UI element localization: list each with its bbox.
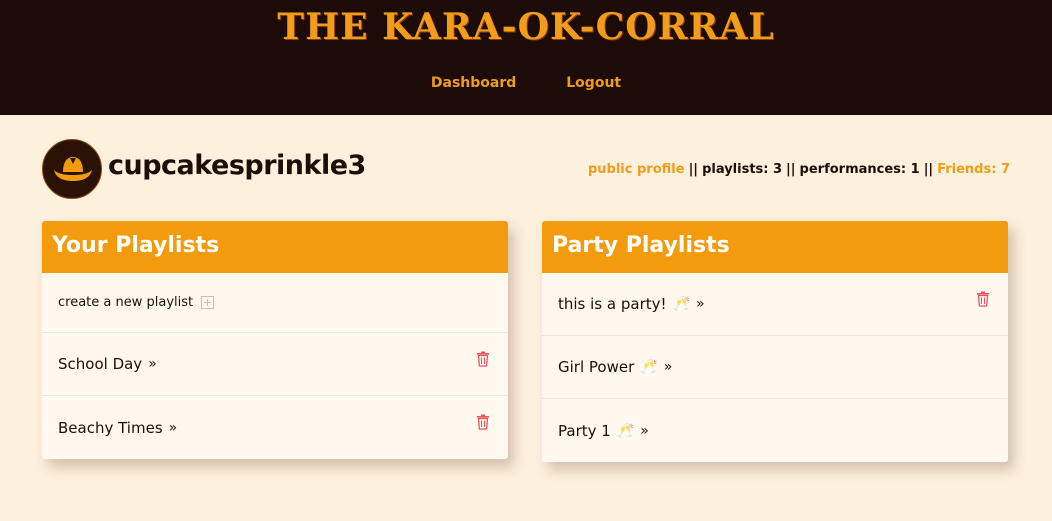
playlist-name[interactable]: Party 1 [558, 422, 611, 440]
username: cupcakesprinkle3 [108, 150, 366, 181]
playlist-name[interactable]: Girl Power [558, 358, 634, 376]
your-playlists-card: Your Playlists create a new playlist Sch… [42, 221, 508, 459]
playlist-name[interactable]: this is a party! [558, 295, 667, 313]
clinking-glasses-icon: 🥂 [640, 359, 658, 375]
playlists-count: playlists: 3 [702, 162, 783, 177]
main-nav: Dashboard Logout [0, 75, 1052, 91]
friends-link[interactable]: Friends: 7 [937, 162, 1010, 177]
chevron-double-right-icon: » [148, 356, 157, 372]
create-playlist-row[interactable]: create a new playlist [42, 273, 508, 333]
chevron-double-right-icon: » [695, 296, 705, 312]
performances-count: performances: 1 [799, 162, 920, 177]
party-playlists-card: Party Playlists this is a party! 🥂 » Gir… [542, 221, 1008, 462]
card-title: Your Playlists [42, 221, 508, 273]
cowboy-hat-icon [54, 157, 92, 181]
public-profile-link[interactable]: public profile [588, 162, 685, 177]
clinking-glasses-icon: 🥂 [672, 296, 690, 312]
chevron-double-right-icon: » [640, 422, 649, 439]
stats-separator: || [786, 162, 796, 177]
stats-separator: || [923, 162, 934, 177]
playlist-name[interactable]: Beachy Times [58, 419, 163, 437]
nav-dashboard-link[interactable]: Dashboard [431, 75, 516, 91]
list-item[interactable]: School Day » [42, 333, 508, 396]
list-item[interactable]: Beachy Times » [42, 396, 508, 459]
card-title: Party Playlists [542, 221, 1008, 273]
plus-square-icon[interactable] [201, 296, 215, 309]
profile-stats: public profile || playlists: 3 || perfor… [588, 162, 1010, 177]
list-item[interactable]: Party 1 🥂 » [542, 399, 1008, 462]
avatar [42, 139, 102, 199]
trash-icon[interactable] [976, 291, 990, 307]
site-title: THE KARA-OK-CORRAL [277, 6, 775, 48]
trash-icon[interactable] [476, 351, 490, 367]
list-item[interactable]: this is a party! 🥂 » [542, 273, 1008, 336]
nav-logout-link[interactable]: Logout [566, 75, 621, 91]
top-navbar: THE KARA-OK-CORRAL Dashboard Logout [0, 0, 1052, 115]
playlist-name[interactable]: School Day [58, 355, 142, 373]
trash-icon[interactable] [476, 414, 490, 430]
clinking-glasses-icon: 🥂 [616, 422, 635, 439]
stats-separator: || [688, 162, 699, 177]
chevron-double-right-icon: » [663, 359, 673, 375]
chevron-double-right-icon: » [168, 419, 178, 436]
create-playlist-label[interactable]: create a new playlist [58, 295, 193, 310]
list-item[interactable]: Girl Power 🥂 » [542, 336, 1008, 399]
